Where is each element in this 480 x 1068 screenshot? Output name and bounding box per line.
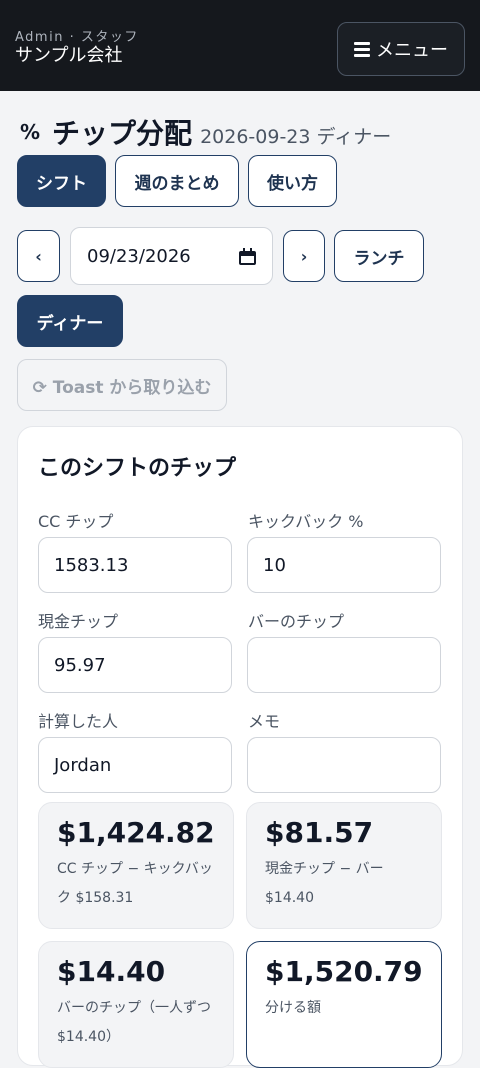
page-title: % チップ分配 2026-09-23 ディナー xyxy=(20,112,391,152)
prev-day-button[interactable]: ‹ xyxy=(17,230,60,282)
bar-tips-input[interactable] xyxy=(247,637,441,693)
kickback-input[interactable]: 10 xyxy=(247,537,441,593)
calculated-by-input[interactable]: Jordan xyxy=(38,737,232,793)
cash-net-stat: $81.57 現金チップ − バー $14.40 xyxy=(246,802,442,929)
stat-description: 分ける額 xyxy=(265,1000,321,1016)
next-day-button[interactable]: › xyxy=(283,230,325,282)
percent-icon: % xyxy=(20,120,41,144)
cc-tips-input[interactable]: 1583.13 xyxy=(38,537,232,593)
stat-description: CC チップ − キックバック $158.31 xyxy=(57,861,213,906)
kickback-label: キックバック % xyxy=(248,512,364,531)
memo-input[interactable] xyxy=(247,737,441,793)
cash-tips-input[interactable]: 95.97 xyxy=(38,637,232,693)
lunch-button[interactable]: ランチ xyxy=(334,230,424,282)
import-toast-button[interactable]: ⟳ Toast から取り込む xyxy=(17,359,227,411)
stat-value: $14.40 xyxy=(57,955,166,988)
stat-value: $1,424.82 xyxy=(57,816,215,849)
company-name: サンプル会社 xyxy=(15,45,123,66)
distributable-total-stat: $1,520.79 分ける額 xyxy=(246,941,442,1068)
tab-shift[interactable]: シフト xyxy=(17,155,106,207)
cc-net-stat: $1,424.82 CC チップ − キックバック $158.31 xyxy=(38,802,234,929)
memo-label: メモ xyxy=(248,712,281,731)
tab-how-to[interactable]: 使い方 xyxy=(248,155,337,207)
date-input[interactable]: 09/23/2026 xyxy=(70,227,273,285)
cash-tips-label: 現金チップ xyxy=(38,612,119,631)
menu-button[interactable]: メニュー xyxy=(337,22,465,76)
page-subtitle: 2026-09-23 ディナー xyxy=(200,126,392,148)
top-bar: Admin · スタッフ サンプル会社 メニュー xyxy=(0,0,480,91)
cc-tips-label: CC チップ xyxy=(38,512,114,531)
bar-tips-stat: $14.40 バーのチップ（一人ずつ $14.40） xyxy=(38,941,234,1068)
page-title-text: チップ分配 xyxy=(52,117,193,150)
stat-value: $1,520.79 xyxy=(265,955,423,988)
hamburger-icon xyxy=(354,41,370,57)
stat-description: バーのチップ（一人ずつ $14.40） xyxy=(57,1000,211,1045)
stat-value: $81.57 xyxy=(265,816,374,849)
menu-label: メニュー xyxy=(376,40,448,61)
calculated-by-label: 計算した人 xyxy=(38,712,119,731)
bar-tips-label: バーのチップ xyxy=(248,612,345,631)
date-value: 09/23/2026 xyxy=(87,245,191,267)
calendar-icon[interactable] xyxy=(239,247,256,265)
card-title: このシフトのチップ xyxy=(38,456,237,481)
dinner-button[interactable]: ディナー xyxy=(17,295,123,347)
stat-description: 現金チップ − バー $14.40 xyxy=(265,861,384,906)
tab-weekly-summary[interactable]: 週のまとめ xyxy=(115,155,239,207)
